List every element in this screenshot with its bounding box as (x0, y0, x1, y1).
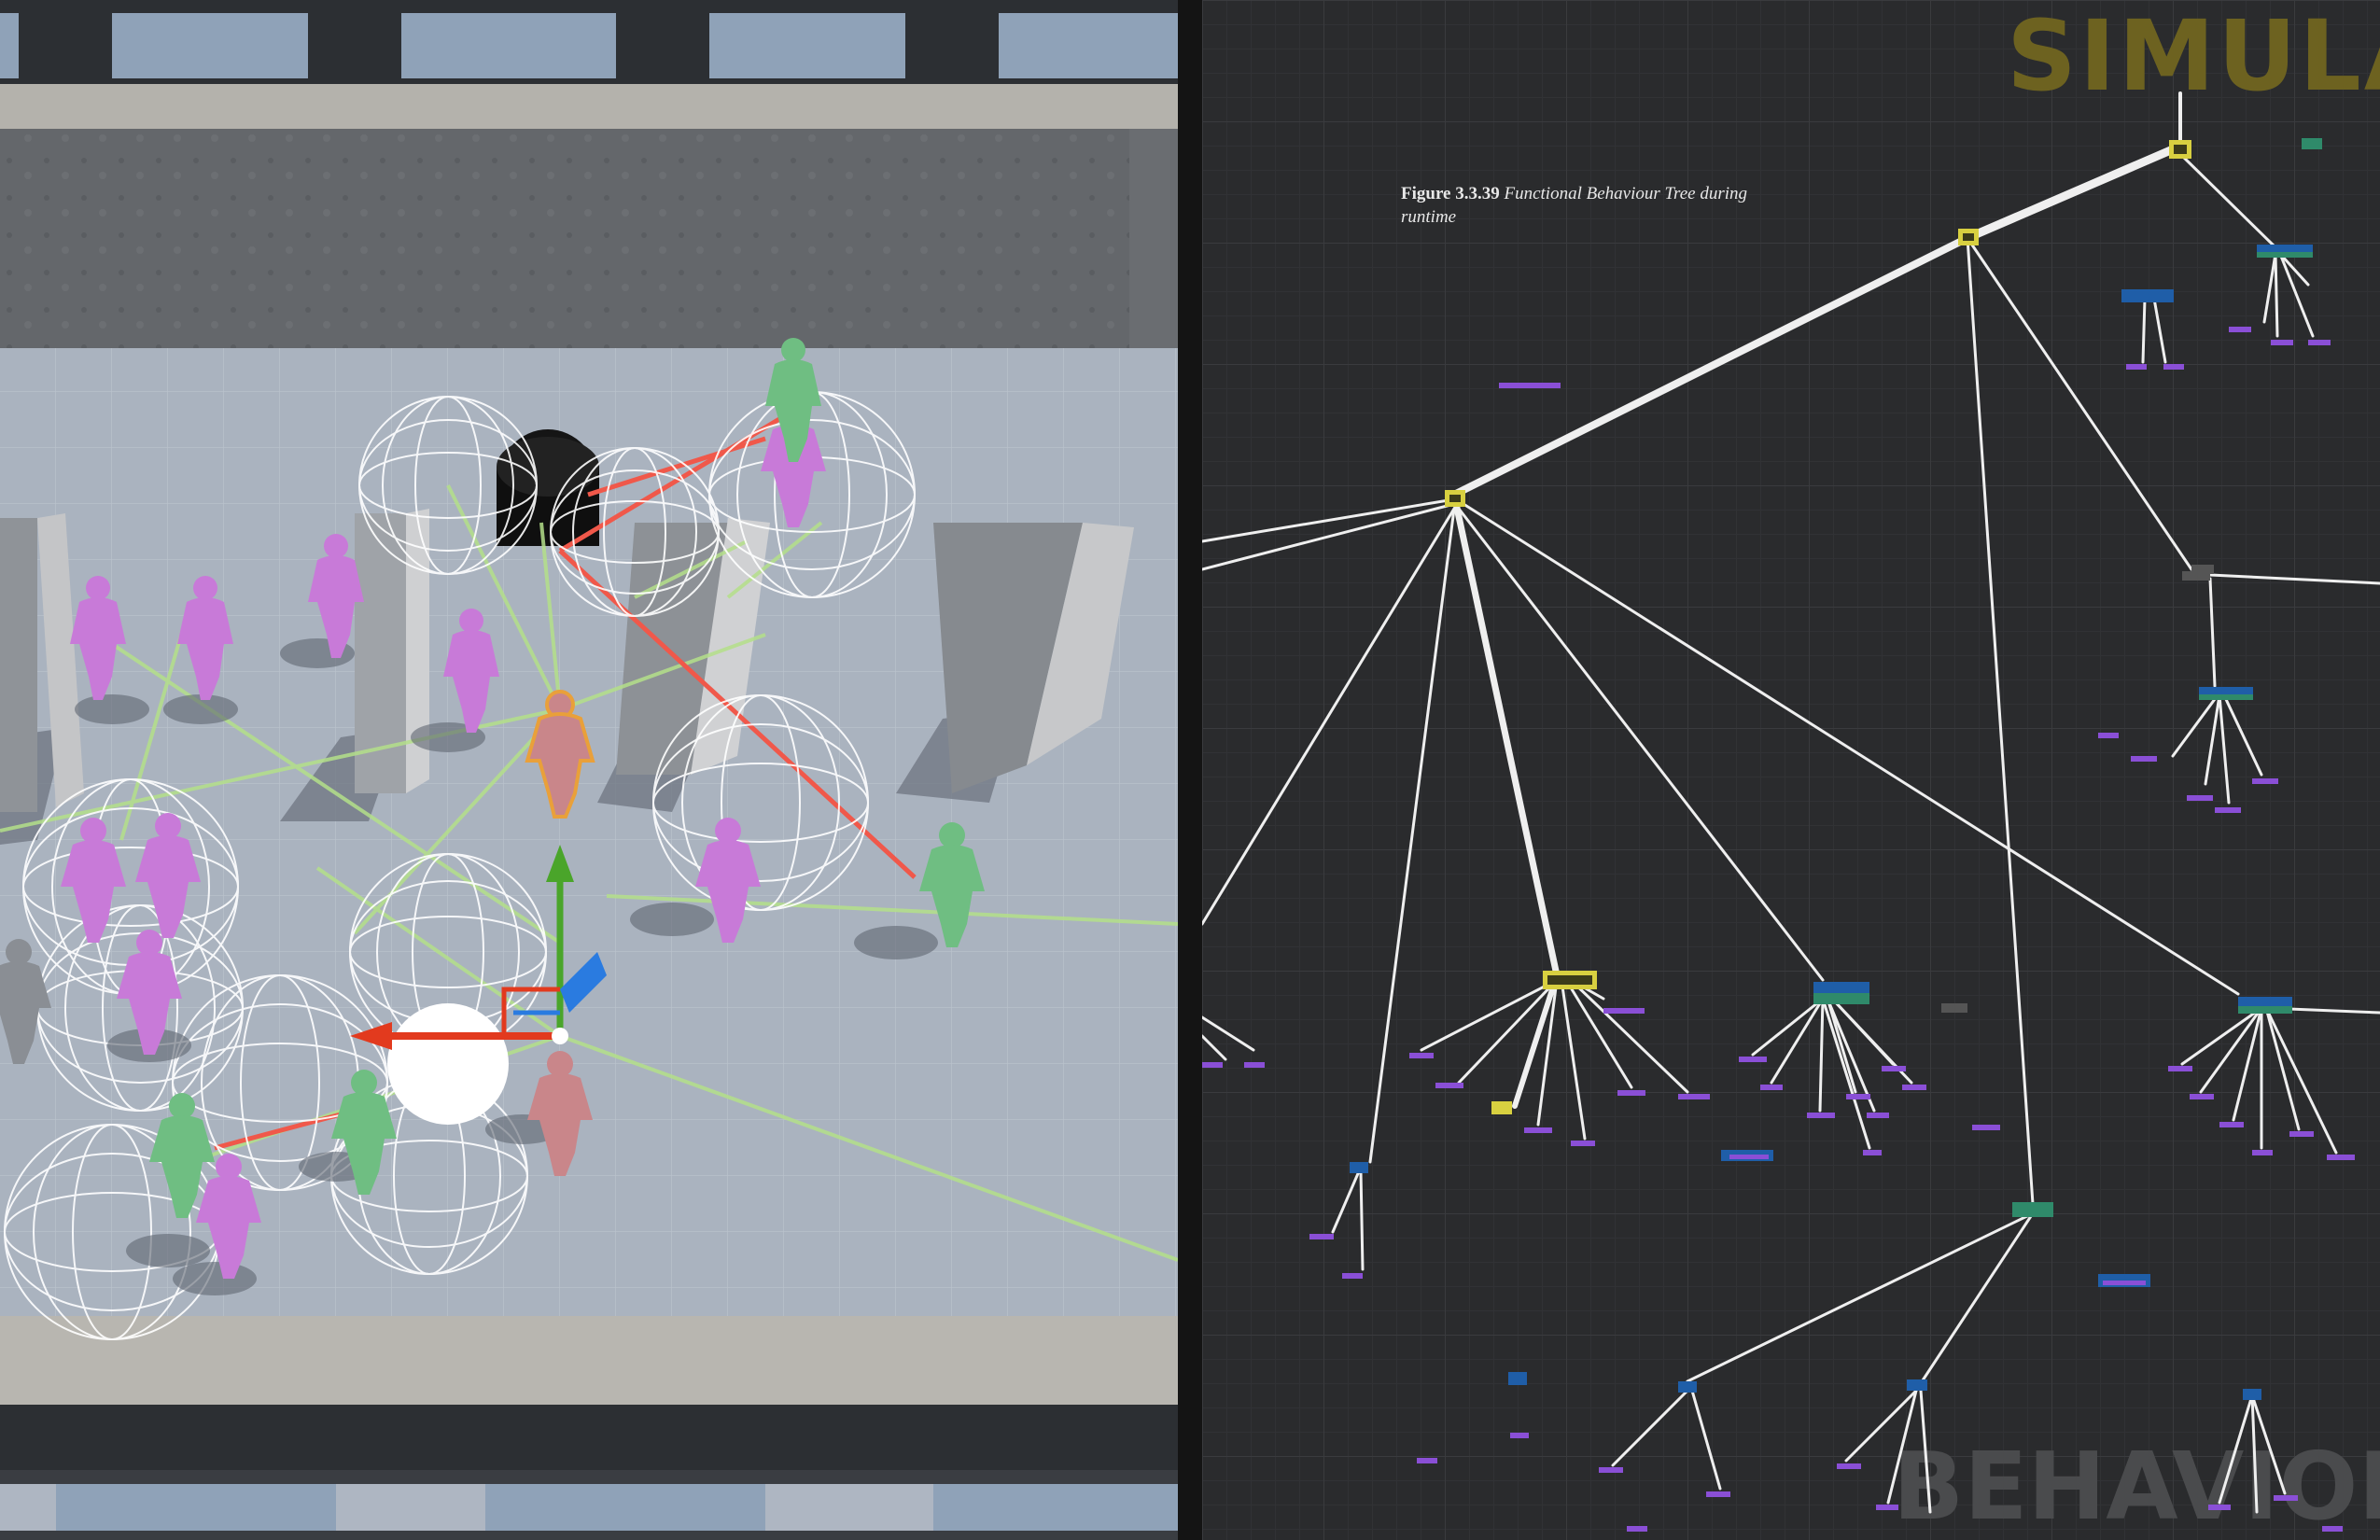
back-wall (0, 129, 1129, 348)
viewport-scene (0, 0, 1178, 1540)
wall-cap-bottom (0, 1316, 1178, 1405)
screen: SIMULATI BEHAVIOR T Figure 3.3.39 Functi… (0, 0, 2380, 1540)
wall-cap-top (0, 84, 1178, 129)
tree-wires (1202, 91, 2380, 1532)
behavior-tree-graph[interactable]: SIMULATI BEHAVIOR T Figure 3.3.39 Functi… (1202, 0, 2380, 1540)
leaf-nodes (1202, 327, 2355, 1532)
inactive-nodes (2191, 565, 2214, 574)
target-sphere (387, 1003, 509, 1125)
simulation-viewport[interactable] (0, 0, 1178, 1540)
panel-divider[interactable] (1178, 0, 1202, 1540)
composite-nodes (1350, 138, 2322, 1400)
